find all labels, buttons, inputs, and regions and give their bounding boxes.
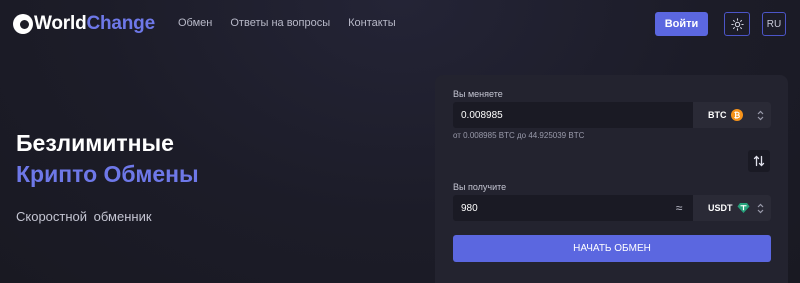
get-field: 980 ≈ USDT — [453, 195, 771, 221]
page: WorldChange Обмен Ответы на вопросы Конт… — [0, 0, 800, 283]
logo-text-change: Change — [86, 13, 155, 34]
nav-link-contacts[interactable]: Контакты — [348, 17, 396, 29]
logo[interactable]: WorldChange — [13, 13, 155, 35]
chevron-updown-icon — [757, 203, 764, 214]
hero-subtitle: Скоростной обменник — [16, 209, 152, 224]
hero-title-line1: Безлимитные — [16, 130, 174, 156]
start-exchange-button[interactable]: НАЧАТЬ ОБМЕН — [453, 235, 771, 262]
tether-icon — [737, 202, 750, 214]
give-field: 0.008985 BTC ₿ — [453, 102, 771, 128]
approx-sign: ≈ — [675, 201, 683, 215]
nav-link-exchange[interactable]: Обмен — [178, 17, 212, 29]
login-button[interactable]: Войти — [655, 12, 708, 36]
hero-title-line2: Крипто Обмены — [16, 161, 199, 187]
logo-text-world: World — [34, 13, 87, 34]
swap-button[interactable] — [748, 150, 770, 172]
get-amount-output: 980 — [461, 202, 478, 214]
hero-title: Безлимитные Крипто Обмены — [16, 128, 199, 190]
sun-icon — [730, 17, 744, 31]
swap-arrows-icon — [753, 155, 765, 167]
give-currency-code: BTC — [708, 110, 727, 120]
nav-link-faq[interactable]: Ответы на вопросы — [230, 17, 330, 29]
bitcoin-icon: ₿ — [730, 109, 743, 121]
give-label: Вы меняете — [453, 89, 503, 99]
get-currency-code: USDT — [708, 203, 733, 213]
globe-icon — [13, 14, 33, 34]
svg-text:₿: ₿ — [733, 111, 740, 120]
logo-text: WorldChange — [34, 13, 155, 35]
give-currency-select[interactable]: BTC ₿ — [693, 102, 771, 128]
chevron-updown-icon — [757, 110, 764, 121]
theme-toggle-button[interactable] — [724, 12, 750, 36]
give-amount-input[interactable]: 0.008985 — [453, 110, 693, 121]
limits-hint: от 0.008985 BTC до 44.925039 BTC — [453, 131, 585, 140]
language-button[interactable]: RU — [762, 12, 786, 36]
main-nav: Обмен Ответы на вопросы Контакты — [178, 17, 396, 29]
get-label: Вы получите — [453, 182, 507, 192]
get-currency-select[interactable]: USDT — [693, 195, 771, 221]
